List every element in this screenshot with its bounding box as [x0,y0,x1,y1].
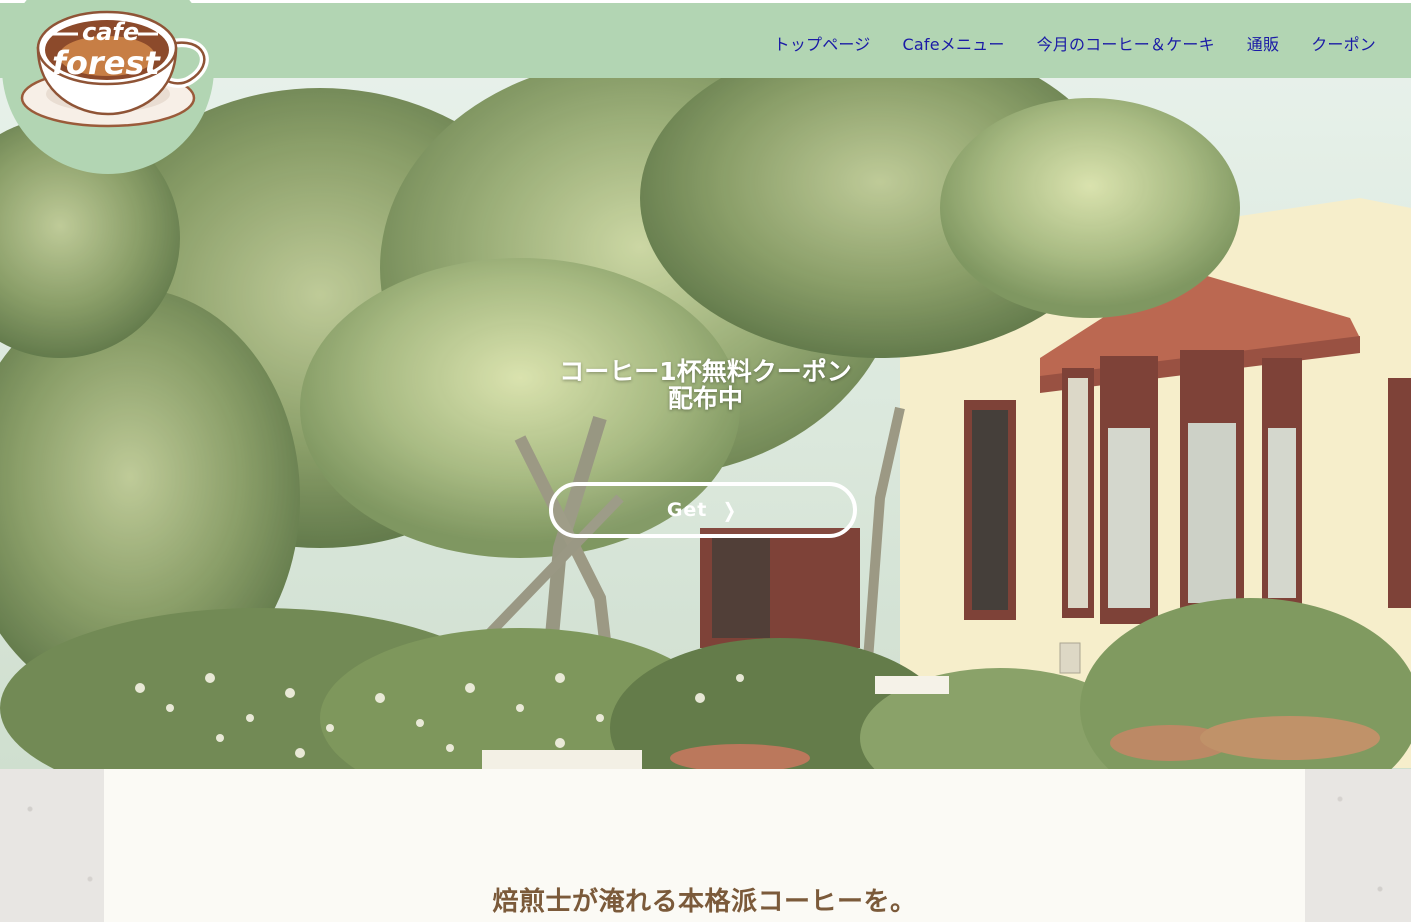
coffee-cup-logo-icon: cafe forest [20,10,209,128]
main-nav: トップページ Cafeメニュー 今月のコーヒー＆ケーキ 通販 クーポン [774,31,1376,55]
section-lead: 焙煎士が淹れる本格派コーヒーを。 [492,886,917,917]
logo-text-cafe: cafe [82,18,139,46]
hero-section: コーヒー1杯無料クーポン 配布中 Get ❯ [0,78,1411,769]
nav-item-top[interactable]: トップページ [774,31,871,55]
nav-item-shop[interactable]: 通販 [1247,31,1279,55]
hero-photo [0,78,1411,769]
nav-item-cafe-menu[interactable]: Cafeメニュー [903,31,1005,55]
get-button-label: Get [666,499,708,521]
site-logo[interactable]: cafe forest [20,6,216,130]
hero-title-line2: 配布中 [667,384,743,413]
get-coupon-button[interactable]: Get ❯ [549,482,857,538]
hero-title: コーヒー1杯無料クーポン 配布中 [0,358,1411,412]
hero-title-line1: コーヒー1杯無料クーポン [559,357,852,386]
nav-item-coupon[interactable]: クーポン [1311,31,1376,55]
content-panel: 焙煎士が淹れる本格派コーヒーを。 [104,769,1305,922]
logo-text-forest: forest [52,44,161,82]
nav-item-monthly[interactable]: 今月のコーヒー＆ケーキ [1037,31,1215,55]
chevron-right-icon: ❯ [723,498,738,522]
